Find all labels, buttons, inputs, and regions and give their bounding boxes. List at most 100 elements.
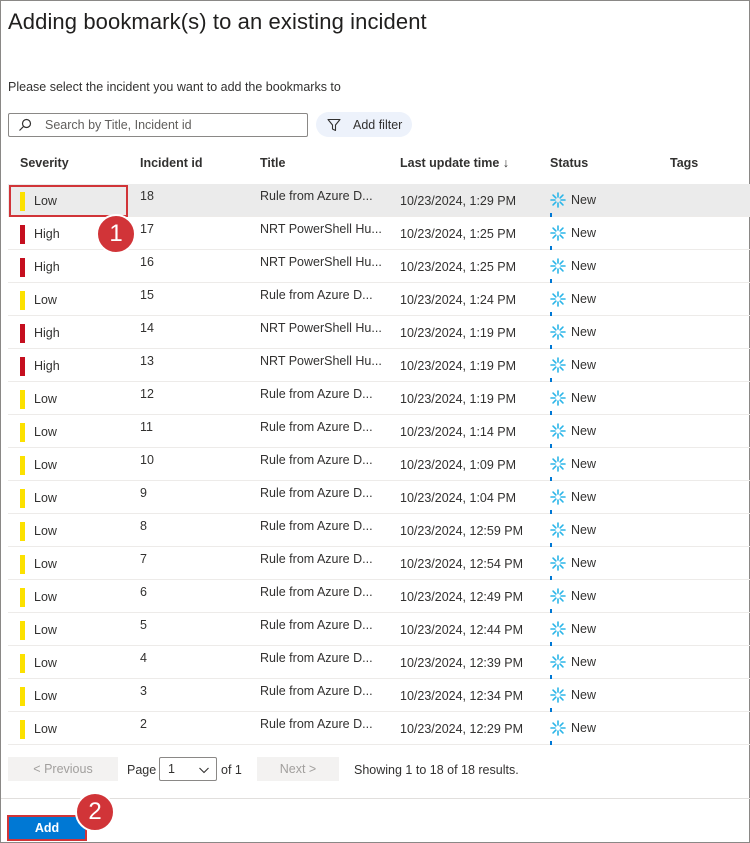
table-row[interactable]: Low 5 Rule from Azure D... 10/23/2024, 12:4… xyxy=(8,613,750,646)
status-new-icon xyxy=(550,654,566,670)
last-update-time: 10/23/2024, 1:19 PM xyxy=(400,359,517,373)
last-update-time: 10/23/2024, 12:59 PM xyxy=(400,524,524,538)
last-update-time: 10/23/2024, 12:34 PM xyxy=(400,689,524,703)
severity-bar xyxy=(20,423,25,442)
incident-title: Rule from Azure D... xyxy=(260,717,373,731)
status-new-icon xyxy=(550,423,566,439)
last-update-time: 10/23/2024, 1:25 PM xyxy=(400,260,517,274)
table-row[interactable]: High 16 NRT PowerShell Hu... 10/23/2024, 1:… xyxy=(8,250,750,283)
col-tags[interactable]: Tags xyxy=(670,156,698,170)
status-label: New xyxy=(571,292,597,306)
status-cell: New xyxy=(550,324,596,340)
status-label: New xyxy=(571,193,597,207)
severity-label: Low xyxy=(34,623,57,637)
status-cell: New xyxy=(550,423,596,439)
status-new-icon xyxy=(550,390,566,406)
status-new-icon xyxy=(550,357,566,373)
previous-button[interactable]: < Previous xyxy=(8,757,118,781)
status-new-icon xyxy=(550,192,566,208)
incident-id: 7 xyxy=(140,552,147,566)
severity-label: Low xyxy=(34,689,57,703)
incident-title: NRT PowerShell Hu... xyxy=(260,255,382,269)
table-row[interactable]: Low 11 Rule from Azure D... 10/23/2024, 1:1… xyxy=(8,415,750,448)
incident-title: Rule from Azure D... xyxy=(260,651,373,665)
table-row[interactable]: High 14 NRT PowerShell Hu... 10/23/2024, 1:… xyxy=(8,316,750,349)
status-cell: New xyxy=(550,258,596,274)
table-row[interactable]: Low 7 Rule from Azure D... 10/23/2024, 12:5… xyxy=(8,547,750,580)
severity-bar xyxy=(20,456,25,475)
add-filter-button[interactable]: Add filter xyxy=(316,112,413,137)
page-label: Page xyxy=(127,763,157,777)
severity-bar xyxy=(20,489,25,508)
severity-label: High xyxy=(34,227,60,241)
status-cell: New xyxy=(550,522,596,538)
severity-label: High xyxy=(34,260,60,274)
status-cell: New xyxy=(550,555,596,571)
last-update-time: 10/23/2024, 1:29 PM xyxy=(400,194,517,208)
col-last-update[interactable]: Last update time ↓ xyxy=(400,156,509,170)
severity-label: Low xyxy=(34,722,57,736)
chevron-down-icon xyxy=(198,764,210,776)
table-row[interactable]: Low 6 Rule from Azure D... 10/23/2024, 12:4… xyxy=(8,580,750,613)
severity-bar xyxy=(20,225,25,244)
col-incident-id[interactable]: Incident id xyxy=(140,156,203,170)
incident-title: NRT PowerShell Hu... xyxy=(260,222,382,236)
incident-title: Rule from Azure D... xyxy=(260,420,373,434)
col-status[interactable]: Status xyxy=(550,156,588,170)
incident-title: Rule from Azure D... xyxy=(260,552,373,566)
last-update-time: 10/23/2024, 1:25 PM xyxy=(400,227,517,241)
severity-label: Low xyxy=(34,590,57,604)
incident-title: Rule from Azure D... xyxy=(260,618,373,632)
severity-bar xyxy=(20,357,25,376)
page-of-label: of 1 xyxy=(221,763,242,777)
incident-title: NRT PowerShell Hu... xyxy=(260,321,382,335)
status-new-icon xyxy=(550,456,566,472)
col-title[interactable]: Title xyxy=(260,156,285,170)
table-row[interactable]: Low 12 Rule from Azure D... 10/23/2024, 1:1… xyxy=(8,382,750,415)
status-cell: New xyxy=(550,588,596,604)
status-cell: New xyxy=(550,489,596,505)
status-label: New xyxy=(571,325,597,339)
incident-id: 6 xyxy=(140,585,147,599)
status-label: New xyxy=(571,589,597,603)
incident-title: NRT PowerShell Hu... xyxy=(260,354,382,368)
next-button[interactable]: Next > xyxy=(257,757,339,781)
incident-title: Rule from Azure D... xyxy=(260,486,373,500)
table-row[interactable]: Low 15 Rule from Azure D... 10/23/2024, 1:2… xyxy=(8,283,750,316)
status-label: New xyxy=(571,523,597,537)
table-row[interactable]: Low 3 Rule from Azure D... 10/23/2024, 12:3… xyxy=(8,679,750,712)
status-cell: New xyxy=(550,291,596,307)
severity-label: Low xyxy=(34,557,57,571)
incident-title: Rule from Azure D... xyxy=(260,453,373,467)
severity-label: Low xyxy=(34,392,57,406)
incident-id: 15 xyxy=(140,288,154,302)
incident-id: 9 xyxy=(140,486,147,500)
table-row[interactable]: Low 10 Rule from Azure D... 10/23/2024, 1:0… xyxy=(8,448,750,481)
status-cell: New xyxy=(550,225,596,241)
table-row[interactable]: High 13 NRT PowerShell Hu... 10/23/2024, 1:… xyxy=(8,349,750,382)
status-cell: New xyxy=(550,456,596,472)
last-update-time: 10/23/2024, 12:39 PM xyxy=(400,656,524,670)
incident-title: Rule from Azure D... xyxy=(260,288,373,302)
status-new-icon xyxy=(550,555,566,571)
search-input[interactable]: Search by Title, Incident id xyxy=(8,113,308,137)
last-update-time: 10/23/2024, 1:04 PM xyxy=(400,491,517,505)
table-row[interactable]: Low 8 Rule from Azure D... 10/23/2024, 12:5… xyxy=(8,514,750,547)
status-label: New xyxy=(571,391,597,405)
status-label: New xyxy=(571,490,597,504)
table-row[interactable]: Low 9 Rule from Azure D... 10/23/2024, 1:04… xyxy=(8,481,750,514)
status-label: New xyxy=(571,424,597,438)
status-cell: New xyxy=(550,720,596,736)
callout-badge-1: 1 xyxy=(96,214,136,254)
table-row[interactable]: Low 4 Rule from Azure D... 10/23/2024, 12:3… xyxy=(8,646,750,679)
severity-label: Low xyxy=(34,524,57,538)
incident-id: 13 xyxy=(140,354,154,368)
page-select[interactable]: 1 xyxy=(159,757,217,781)
severity-bar xyxy=(20,588,25,607)
incident-id: 8 xyxy=(140,519,147,533)
callout-highlight-add xyxy=(7,815,87,841)
last-update-time: 10/23/2024, 12:29 PM xyxy=(400,722,524,736)
table-row[interactable]: Low 2 Rule from Azure D... 10/23/2024, 12:2… xyxy=(8,712,750,745)
col-severity[interactable]: Severity xyxy=(20,156,69,170)
incident-id: 16 xyxy=(140,255,154,269)
